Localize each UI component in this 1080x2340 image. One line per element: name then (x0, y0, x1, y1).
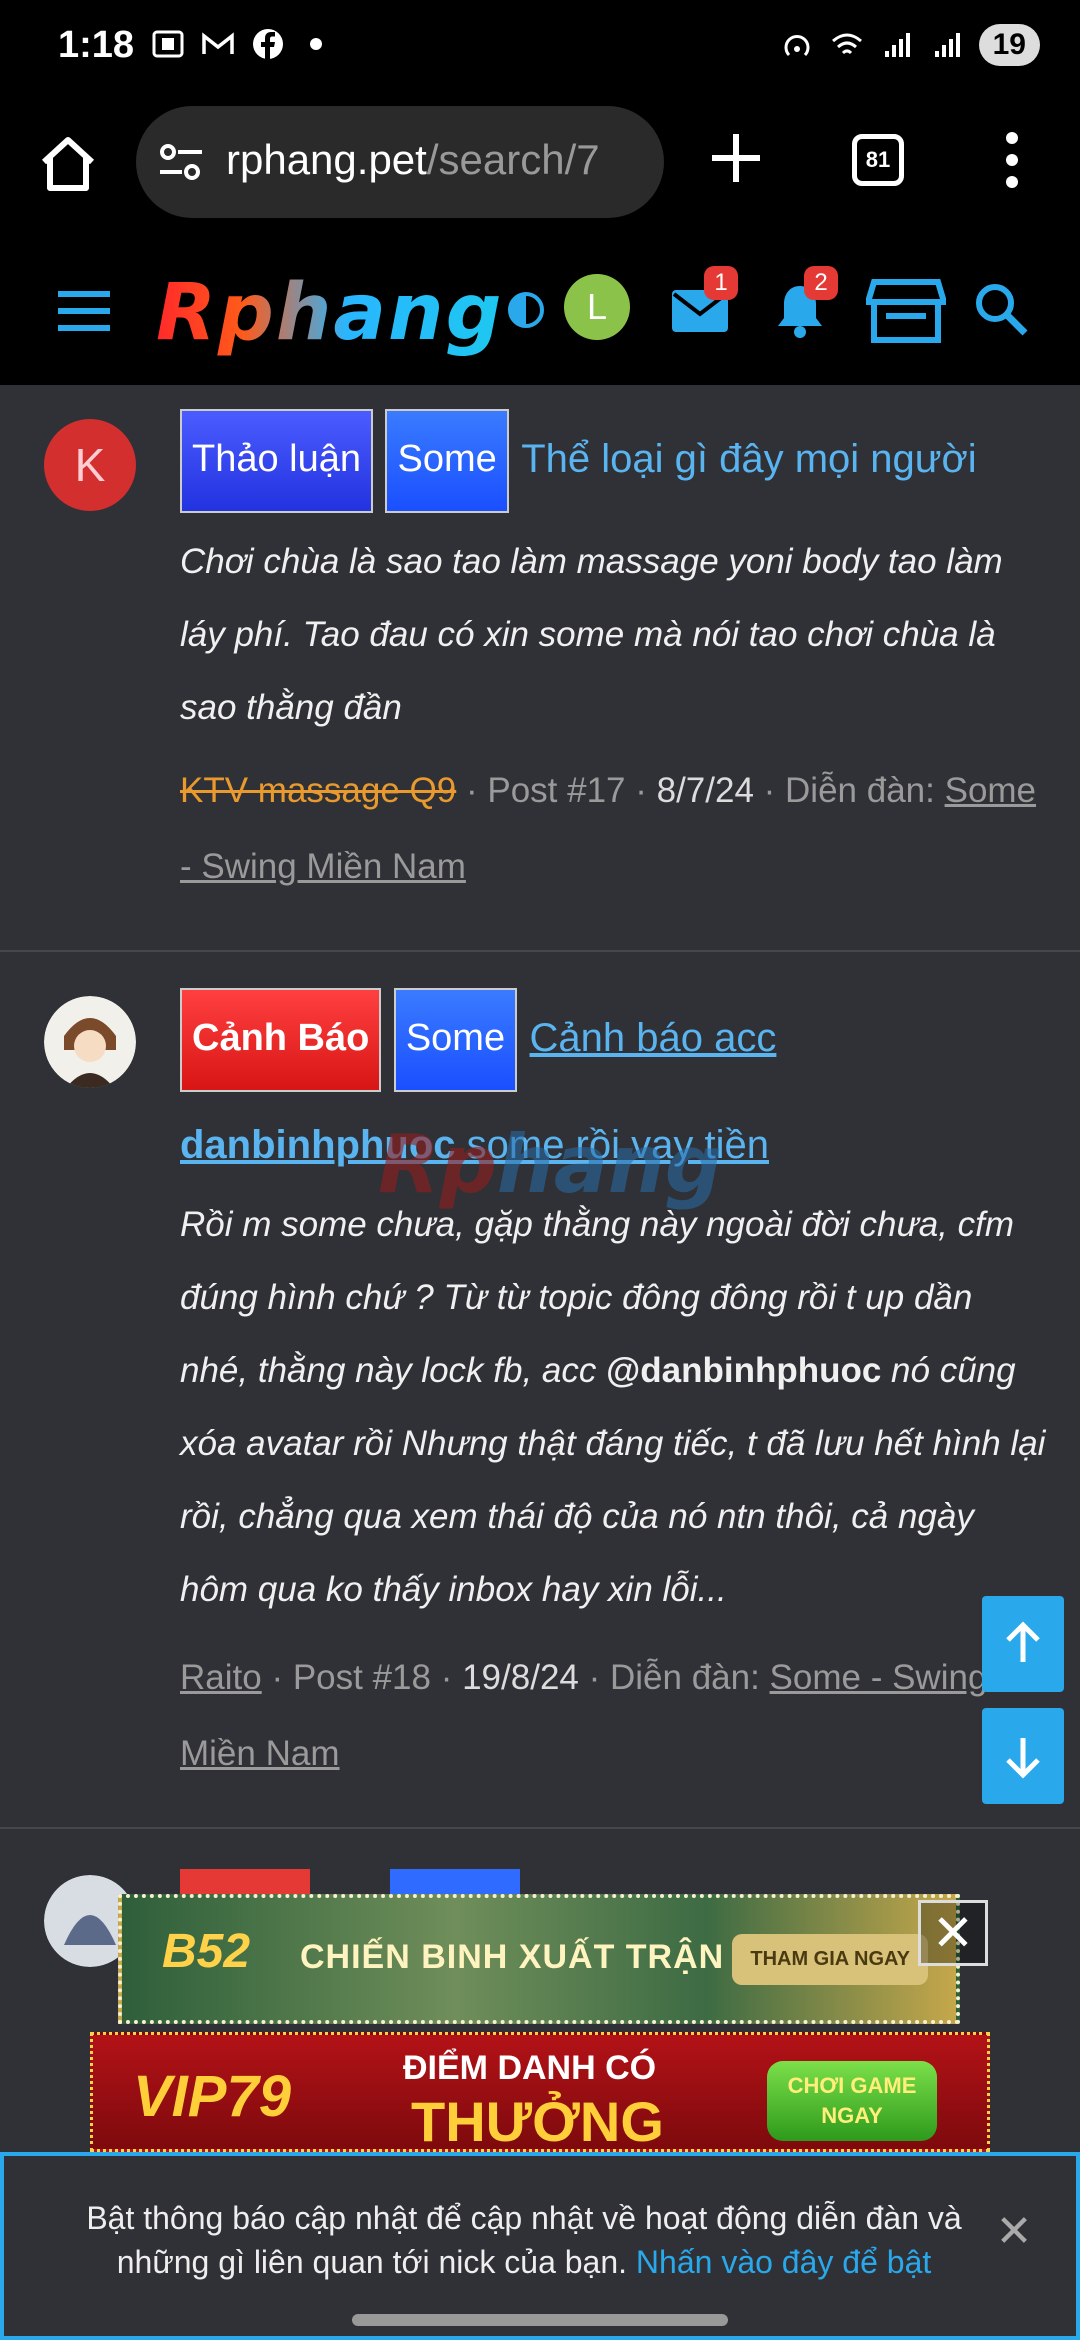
browser-toolbar: rphang.pet/search/7 81 (0, 100, 1080, 230)
post-title-row: Thảo luận Some Thể loại gì đây mọi người (180, 409, 1050, 513)
search-icon[interactable] (972, 280, 1030, 338)
site-settings-icon[interactable] (158, 142, 204, 182)
url-host: rphang.pet (226, 136, 427, 183)
hotspot-icon (784, 35, 810, 57)
store-icon[interactable] (866, 276, 946, 346)
post-number: Post #17 (487, 771, 626, 810)
post-title-link[interactable]: Cảnh báo acc (530, 1016, 777, 1060)
ad-headline: CHIẾN BINH XUẤT TRẬN (300, 1938, 725, 1976)
ad-cta-button[interactable]: CHƠI GAME NGAY (767, 2061, 937, 2141)
search-result-item[interactable]: Cảnh Báo Some Cảnh báo acc danbinhphuoc … (0, 952, 1080, 1827)
scroll-top-button[interactable] (982, 1596, 1064, 1692)
notice-message: Bật thông báo cập nhật để cập nhật về ho… (74, 2196, 974, 2284)
post-meta: Raito · Post #18 · 19/8/24 · Diễn đàn: S… (180, 1658, 988, 1773)
more-menu-icon[interactable] (1000, 130, 1024, 190)
enable-notifications-link[interactable]: Nhấn vào đây để bật (636, 2244, 931, 2280)
gesture-bar (352, 2314, 728, 2326)
watermark-part2: hang (496, 1118, 723, 1211)
new-tab-icon[interactable] (706, 128, 766, 188)
url-text: rphang.pet/search/7 (226, 136, 600, 184)
ad-cta-button[interactable]: THAM GIA NGAY (732, 1934, 928, 1985)
ad-headline: ĐIỂM DANH CÓ (403, 2049, 657, 2087)
messages-button[interactable]: 1 (668, 266, 738, 340)
home-icon[interactable] (36, 132, 100, 196)
ad-logo: VIP79 (133, 2064, 291, 2129)
search-result-item[interactable]: K Thảo luận Some Thể loại gì đây mọi ngư… (0, 385, 1080, 950)
system-icons: 19 (779, 24, 1040, 66)
address-bar[interactable]: rphang.pet/search/7 (136, 106, 664, 218)
search-result-item[interactable] (0, 1829, 1080, 1967)
post-meta: KTV massage Q9 · Post #17 · 8/7/24 · Diễ… (180, 771, 1037, 886)
tab-switcher-button[interactable]: 81 (852, 134, 904, 186)
scroll-bottom-button[interactable] (982, 1708, 1064, 1804)
screenshot-icon (152, 30, 184, 58)
tag-label[interactable]: Some (385, 409, 509, 513)
post-author-avatar[interactable]: K (44, 419, 136, 511)
forum-label: Diễn đàn: (785, 771, 935, 810)
site-logo[interactable]: Rphang (156, 268, 503, 358)
site-header: Rphang L 1 2 (0, 230, 1080, 385)
url-path: /search/7 (426, 136, 600, 183)
gmail-icon (202, 32, 234, 54)
battery-indicator: 19 (978, 24, 1040, 66)
hamburger-menu-icon[interactable] (56, 290, 112, 332)
ad-banner-vip79[interactable]: VIP79 ĐIỂM DANH CÓ THƯỞNG CHƠI GAME NGAY (90, 2032, 990, 2153)
post-date: 19/8/24 (462, 1658, 579, 1697)
signal-icon (884, 33, 910, 57)
signal-icon-2 (934, 33, 960, 57)
alerts-button[interactable]: 2 (768, 266, 838, 340)
more-notifications-dot (310, 38, 322, 50)
messages-badge: 1 (704, 266, 738, 300)
facebook-icon (253, 29, 283, 59)
post-title-row: Cảnh Báo Some Cảnh báo acc (180, 988, 1050, 1092)
post-title-link[interactable]: Thể loại gì đây mọi người (521, 437, 976, 481)
watermark-part1: Rp (378, 1118, 497, 1211)
user-avatar[interactable]: L (564, 274, 630, 340)
post-number: Post #18 (292, 1658, 431, 1697)
post-snippet: Chơi chùa là sao tao làm massage yoni bo… (180, 542, 1003, 727)
tag-label[interactable]: Thảo luận (180, 409, 374, 513)
arrow-down-icon (1006, 1738, 1040, 1779)
ad-logo: B52 (162, 1925, 251, 1978)
post-snippet: Rồi m some chưa, gặp thằng này ngoài đời… (180, 1188, 1050, 1626)
ad-headline-big: THƯỞNG (411, 2090, 664, 2153)
post-date: 8/7/24 (656, 771, 754, 810)
notification-icons (150, 26, 322, 62)
tag-label[interactable]: Some (393, 988, 518, 1092)
theme-toggle-icon[interactable] (506, 290, 546, 330)
post-author-avatar[interactable] (44, 996, 136, 1088)
post-author-link[interactable]: KTV massage Q9 (180, 771, 456, 810)
ad-banner-b52[interactable]: B52 CHIẾN BINH XUẤT TRẬN THAM GIA NGAY (118, 1894, 960, 2024)
close-icon[interactable]: ✕ (994, 2210, 1034, 2254)
post-author-link[interactable]: Raito (180, 1658, 262, 1697)
watermark-logo: Rphang (378, 1118, 722, 1211)
status-bar: 1:18 19 (0, 0, 1080, 100)
forum-label: Diễn đàn: (609, 1658, 760, 1697)
alerts-badge: 2 (804, 266, 838, 300)
status-time: 1:18 (58, 24, 135, 66)
push-notice-banner: Bật thông báo cập nhật để cập nhật về ho… (0, 2152, 1080, 2340)
wifi-icon (831, 33, 862, 55)
ad-close-button[interactable]: ✕ (918, 1900, 988, 1966)
user-mention[interactable]: @danbinhphuoc (606, 1351, 881, 1390)
tag-label[interactable]: Cảnh Báo (180, 988, 382, 1092)
arrow-up-icon (1006, 1621, 1040, 1662)
